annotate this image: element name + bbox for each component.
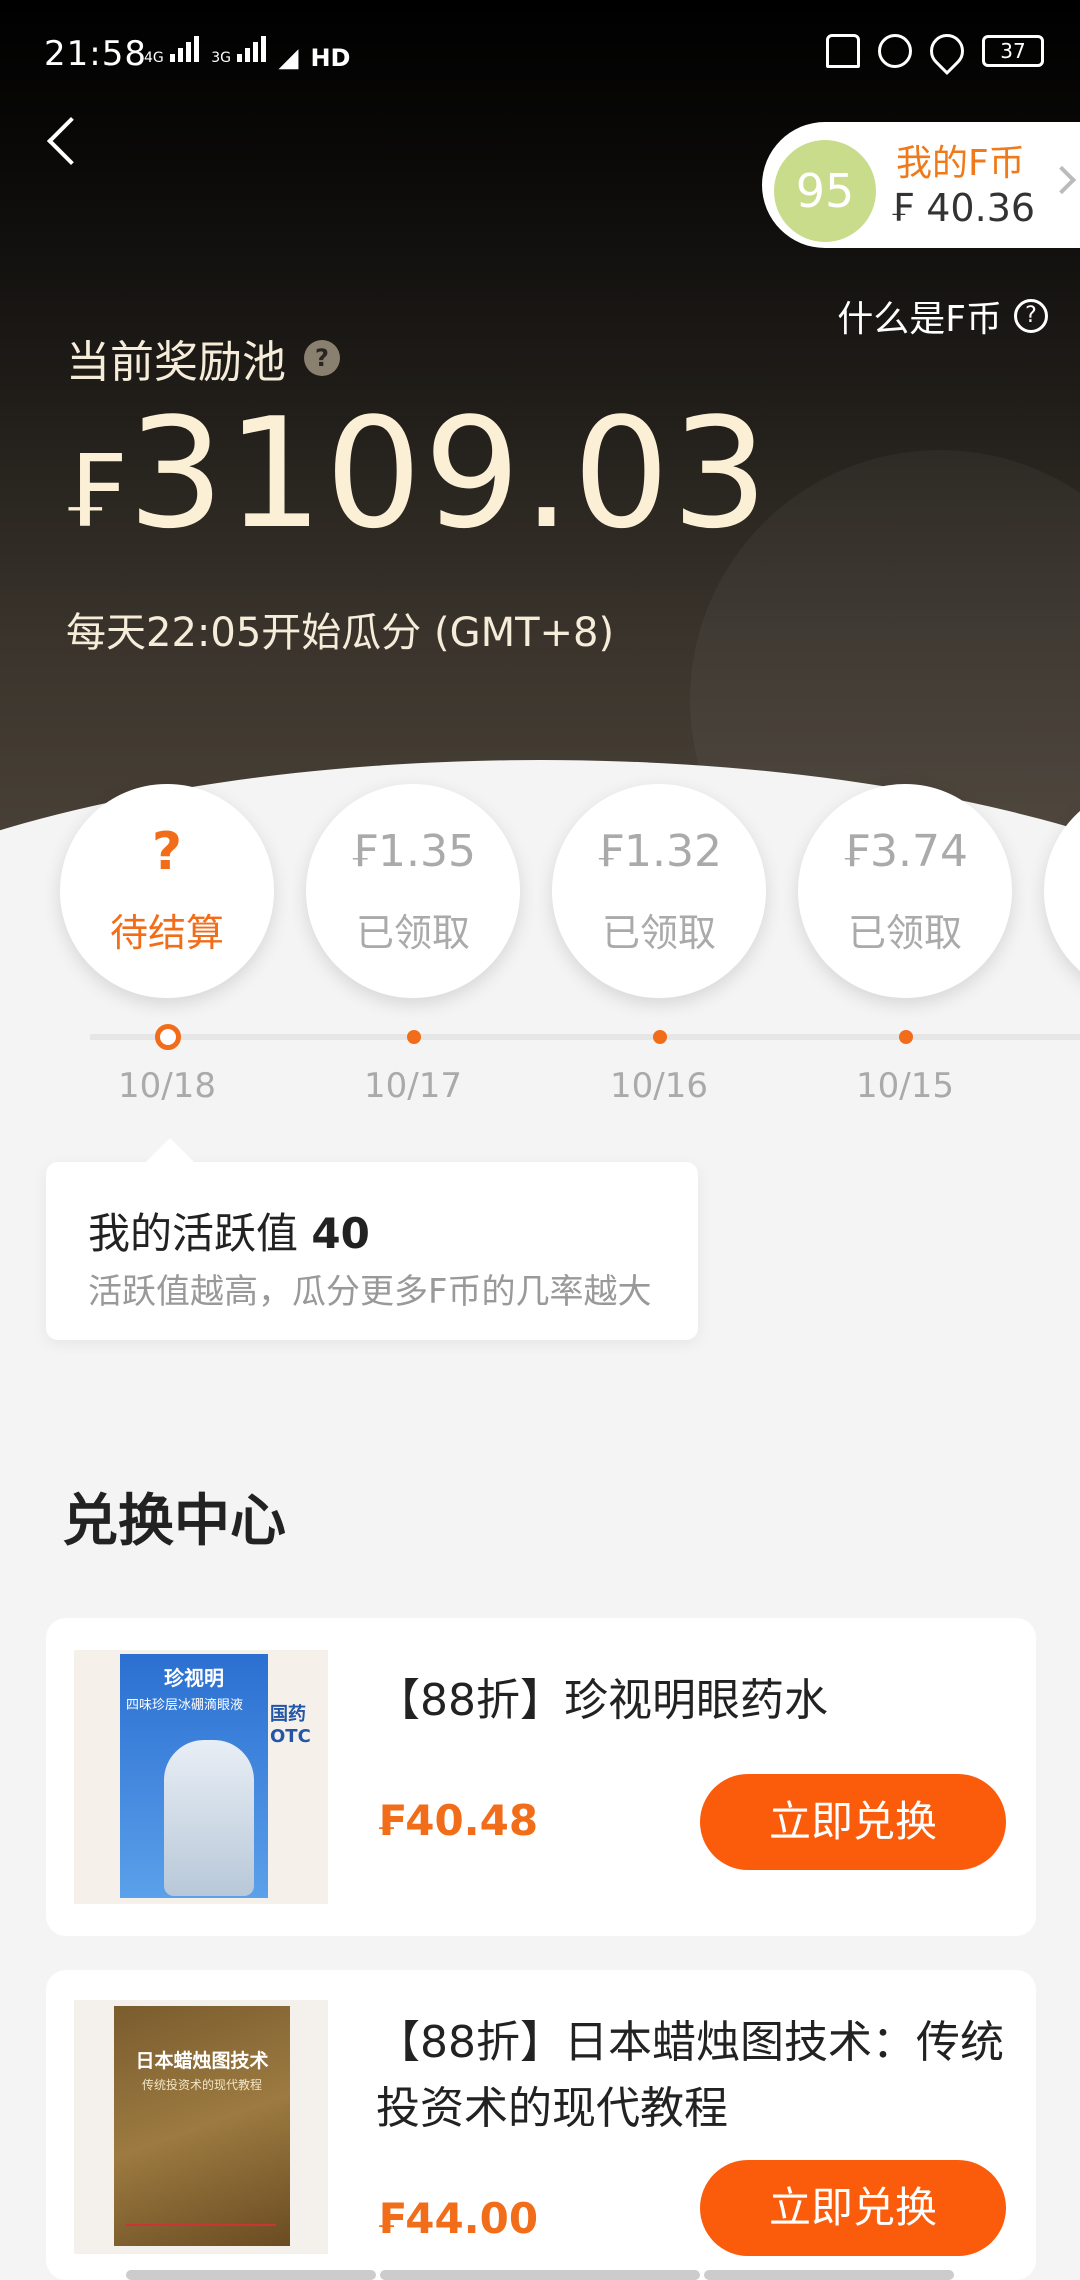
timeline-track	[90, 1034, 1080, 1040]
day-date: 10/17	[364, 1066, 462, 1106]
product-price: ₣44.00	[376, 2194, 539, 2243]
nav-indicator	[704, 2270, 954, 2280]
day-status: 待结算	[109, 911, 224, 955]
help-icon: ?	[1014, 299, 1048, 333]
day-date: 10/16	[610, 1066, 708, 1106]
status-bar: 21:58 4G 3G ◢ HD 37	[0, 0, 1080, 110]
book-subtitle: 传统投资术的现代教程	[141, 2078, 262, 2092]
day-circle-claimed[interactable]: ₣1.32 已领取	[552, 784, 766, 998]
timeline-dot-current	[155, 1024, 181, 1050]
battery-icon: 37	[982, 35, 1044, 67]
lock-rotation-icon	[878, 34, 912, 68]
day-circle-claimed[interactable]: ₣1.35 已领取	[306, 784, 520, 998]
nav-indicator	[380, 2270, 700, 2280]
day-date: 10/15	[856, 1066, 954, 1106]
day-date: 10/18	[118, 1066, 216, 1106]
pool-label: 当前奖励池	[66, 337, 286, 388]
activity-label: 我的活跃值	[88, 1209, 299, 1258]
book-title: 日本蜡烛图技术	[135, 2050, 269, 2072]
what-is-fcoin-label: 什么是F币	[837, 299, 1002, 340]
pool-amount: ₣3109.03	[62, 384, 770, 582]
day-amount: ₣1.32	[596, 826, 722, 877]
hd-icon: HD	[310, 44, 351, 72]
network-indicators: 4G 3G ◢ HD	[144, 36, 351, 73]
what-is-fcoin-link[interactable]: 什么是F币 ?	[837, 290, 1048, 342]
product-name: 【88折】日本蜡烛图技术：传统投资术的现代教程	[376, 2017, 1004, 2134]
product-name: 【88折】珍视明眼药水	[376, 1675, 828, 1726]
product-price: ₣40.48	[376, 1796, 539, 1845]
mute-bell-icon	[826, 34, 860, 68]
activity-tooltip: 我的活跃值 40 活跃值越高，瓜分更多F币的几率越大	[46, 1138, 698, 1340]
wifi-icon: ◢	[278, 43, 299, 73]
bottle-icon	[164, 1740, 254, 1896]
eye-drops-image: 珍视明 四味珍层冰硼滴眼液 国药 OTC	[74, 1650, 328, 1904]
currency-symbol: ₣	[62, 433, 128, 550]
chevron-right-icon	[1047, 165, 1077, 195]
activity-hint: 活跃值越高，瓜分更多F币的几率越大	[88, 1272, 652, 1312]
day-status: 已领取	[847, 911, 962, 955]
timeline-dot	[653, 1030, 667, 1044]
my-fcoin-amount: ₣ 40.36	[890, 186, 1036, 230]
candlestick-book-image: 日本蜡烛图技术 传统投资术的现代教程	[74, 2000, 328, 2254]
activity-score-badge: 95	[774, 140, 876, 242]
product-line: 四味珍层冰硼滴眼液	[126, 1698, 244, 1713]
activity-title: 我的活跃值 40	[88, 1200, 370, 1261]
redeem-button[interactable]: 立即兑换	[700, 2160, 1006, 2256]
my-fcoin-button[interactable]: 95 我的F币 ₣ 40.36	[762, 122, 1080, 248]
pool-amount-value: 3109.03	[127, 385, 771, 562]
redeem-button[interactable]: 立即兑换	[700, 1774, 1006, 1870]
exchange-center-title: 兑换中心	[62, 1489, 286, 1554]
signal-icon-3g: 3G	[211, 36, 267, 65]
candlestick-chart-icon	[126, 2176, 276, 2226]
timeline-dot	[407, 1030, 421, 1044]
product-brand: 珍视明	[164, 1666, 224, 1690]
timeline-dot	[899, 1030, 913, 1044]
location-icon	[922, 26, 972, 76]
pool-label-row: 当前奖励池 ?	[66, 326, 340, 390]
activity-value: 40	[311, 1209, 370, 1258]
my-fcoin-label: 我的F币	[896, 143, 1025, 184]
day-amount: ₣3.74	[842, 826, 968, 877]
day-amount: ₣1.35	[350, 826, 476, 877]
book-cover: 日本蜡烛图技术 传统投资术的现代教程	[114, 2006, 290, 2246]
day-circle-claimed[interactable]: ₣3.74 已领取	[798, 784, 1012, 998]
nav-indicator	[126, 2270, 376, 2280]
product-card[interactable]: 日本蜡烛图技术 传统投资术的现代教程 【88折】日本蜡烛图技术：传统投资术的现代…	[46, 1970, 1036, 2280]
product-card[interactable]: 珍视明 四味珍层冰硼滴眼液 国药 OTC 【88折】珍视明眼药水 ₣40.48 …	[46, 1618, 1036, 1936]
status-time: 21:58	[44, 34, 147, 74]
day-status: 已领取	[355, 911, 470, 955]
signal-icon-4g: 4G	[144, 36, 200, 65]
otc-label: 国药 OTC	[270, 1704, 311, 1747]
daily-rewards-strip[interactable]: ? 待结算 10/18 ₣1.35 已领取 10/17 ₣1.32 已领取 10…	[0, 784, 1080, 1114]
day-circle-pending[interactable]: ? 待结算	[60, 784, 274, 998]
status-icons: 37	[826, 26, 1044, 76]
pool-schedule-note: 每天22:05开始瓜分 (GMT+8)	[66, 610, 615, 656]
back-button[interactable]	[40, 110, 90, 170]
day-circle-partial[interactable]	[1044, 784, 1080, 998]
fcoin-reward-page: 21:58 4G 3G ◢ HD 37 95 我的F币 ₣ 40.36 什么是F	[0, 0, 1080, 2280]
day-amount: ?	[151, 822, 183, 882]
day-status: 已领取	[601, 911, 716, 955]
pool-help-icon[interactable]: ?	[304, 340, 340, 376]
